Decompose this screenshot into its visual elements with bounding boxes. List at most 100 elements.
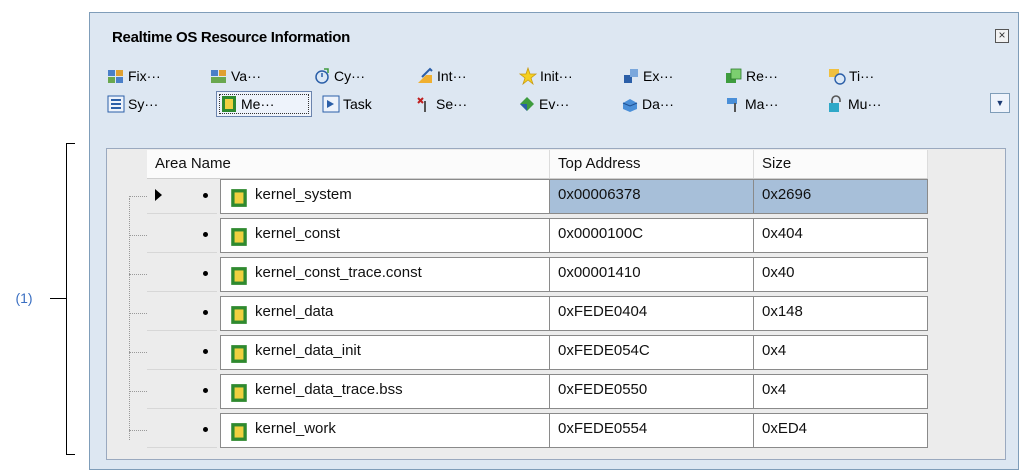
area-name: kernel_work: [255, 420, 336, 437]
table-row[interactable]: kernel_const_trace.const 0x00001410 0x40: [107, 257, 1007, 292]
tab-interrupt-handler[interactable]: Int···: [413, 63, 470, 89]
fixed-memory-pool-icon: [108, 70, 123, 83]
table-row[interactable]: kernel_data_init 0xFEDE054C 0x4: [107, 335, 1007, 370]
tab-mutex[interactable]: Mu···: [824, 91, 884, 117]
tab-initialize-routine[interactable]: Init···: [516, 63, 576, 89]
tab-label: Cy···: [334, 68, 366, 84]
toolbar-overflow-button[interactable]: ▼: [990, 93, 1010, 113]
tab-label: Init···: [540, 68, 573, 84]
tab-label: Va···: [231, 68, 262, 84]
tab-label: Task: [343, 96, 372, 112]
top-address-cell[interactable]: 0xFEDE0550: [550, 374, 754, 409]
timer-icon: [829, 69, 846, 85]
task-icon: [322, 95, 340, 113]
bullet-icon: [203, 349, 208, 354]
area-name: kernel_data: [255, 303, 334, 320]
tab-mailbox[interactable]: Ma···: [721, 91, 781, 117]
top-address-cell[interactable]: 0xFEDE0404: [550, 296, 754, 331]
area-name-cell[interactable]: kernel_const_trace.const: [220, 257, 550, 292]
bullet-icon: [203, 193, 208, 198]
area-name-cell[interactable]: kernel_const: [220, 218, 550, 253]
tree-branch: [129, 352, 147, 353]
close-button[interactable]: ×: [995, 29, 1009, 43]
area-name: kernel_data_trace.bss: [255, 381, 403, 398]
table-row[interactable]: kernel_const 0x0000100C 0x404: [107, 218, 1007, 253]
callout-tick: [50, 298, 66, 299]
tab-task[interactable]: Task: [319, 91, 375, 117]
memory-area-icon: [231, 384, 247, 402]
tab-label: Me···: [241, 96, 275, 112]
area-name: kernel_data_init: [255, 342, 361, 359]
system-icon: [107, 95, 125, 113]
variable-memory-pool-icon: [211, 70, 226, 83]
area-name-cell[interactable]: kernel_data: [220, 296, 550, 331]
initialize-routine-icon: [519, 67, 537, 85]
size-cell[interactable]: 0x2696: [754, 179, 928, 214]
tab-label: Ex···: [643, 68, 674, 84]
tab-label: Mu···: [848, 96, 882, 112]
top-address-cell[interactable]: 0xFEDE054C: [550, 335, 754, 370]
size-cell[interactable]: 0x404: [754, 218, 928, 253]
tab-label: Re···: [746, 68, 778, 84]
memory-area-icon: [222, 96, 236, 112]
tab-exception[interactable]: Ex···: [619, 63, 676, 89]
top-address-cell[interactable]: 0xFEDE0554: [550, 413, 754, 448]
tab-timer[interactable]: Ti···: [825, 63, 877, 89]
interrupt-handler-icon: [418, 67, 433, 83]
mailbox-icon: [727, 98, 737, 112]
toolbar-row-1: Fix··· Va··· Cy··· Int··· Init··· Ex··· …: [104, 63, 1010, 89]
tab-label: Se···: [436, 96, 468, 112]
size-cell[interactable]: 0x40: [754, 257, 928, 292]
tab-label: Fix···: [128, 68, 161, 84]
tab-data-queue[interactable]: Da···: [618, 91, 677, 117]
memory-area-icon: [231, 306, 247, 324]
callout-bracket: [66, 143, 75, 455]
size-cell[interactable]: 0x4: [754, 374, 928, 409]
tab-system[interactable]: Sy···: [104, 91, 161, 117]
area-name-cell[interactable]: kernel_work: [220, 413, 550, 448]
area-name: kernel_const: [255, 225, 341, 242]
table-row[interactable]: kernel_data_trace.bss 0xFEDE0550 0x4: [107, 374, 1007, 409]
table-row[interactable]: kernel_data 0xFEDE0404 0x148: [107, 296, 1007, 331]
tree-branch: [129, 196, 147, 197]
table-row[interactable]: kernel_work 0xFEDE0554 0xED4: [107, 413, 1007, 448]
column-header-size[interactable]: Size: [754, 150, 928, 178]
memory-area-icon: [231, 423, 247, 441]
exception-icon: [624, 69, 638, 83]
column-header-top-address[interactable]: Top Address: [550, 150, 754, 178]
table-header: Area Name Top Address Size: [147, 150, 928, 179]
size-cell[interactable]: 0x148: [754, 296, 928, 331]
tab-memory-area[interactable]: Me···: [216, 91, 312, 117]
table-row[interactable]: kernel_system 0x00006378 0x2696: [107, 179, 1007, 214]
area-name: kernel_const_trace.const: [255, 264, 422, 281]
area-name-cell[interactable]: kernel_system: [220, 179, 550, 214]
tab-eventflag[interactable]: Ev···: [515, 91, 572, 117]
tree-branch: [129, 391, 147, 392]
tab-variable-memory-pool[interactable]: Va···: [207, 63, 264, 89]
area-name-cell[interactable]: kernel_data_init: [220, 335, 550, 370]
tab-label: Sy···: [128, 96, 159, 112]
tab-label: Ti···: [849, 68, 875, 84]
bullet-icon: [203, 271, 208, 276]
resource-icon: [726, 68, 742, 83]
memory-area-icon: [231, 228, 247, 246]
top-address-cell[interactable]: 0x00006378: [550, 179, 754, 214]
bullet-icon: [203, 388, 208, 393]
size-cell[interactable]: 0xED4: [754, 413, 928, 448]
tab-resource[interactable]: Re···: [722, 63, 781, 89]
area-name-cell[interactable]: kernel_data_trace.bss: [220, 374, 550, 409]
tree-branch: [129, 274, 147, 275]
size-cell[interactable]: 0x4: [754, 335, 928, 370]
memory-area-icon: [231, 267, 247, 285]
top-address-cell[interactable]: 0x00001410: [550, 257, 754, 292]
mutex-icon: [829, 95, 841, 112]
tree-branch: [129, 313, 147, 314]
top-address-cell[interactable]: 0x0000100C: [550, 218, 754, 253]
toolbar-row-2: Sy··· Me··· Task Se··· Ev··· Da··· Ma···: [104, 91, 1010, 117]
tab-fixed-memory-pool[interactable]: Fix···: [104, 63, 164, 89]
tab-semaphore[interactable]: Se···: [412, 91, 470, 117]
tab-cyclic-handler[interactable]: Cy···: [310, 63, 368, 89]
window-title: Realtime OS Resource Information: [112, 29, 350, 46]
column-header-area-name[interactable]: Area Name: [147, 150, 550, 178]
eventflag-icon: [520, 97, 534, 111]
